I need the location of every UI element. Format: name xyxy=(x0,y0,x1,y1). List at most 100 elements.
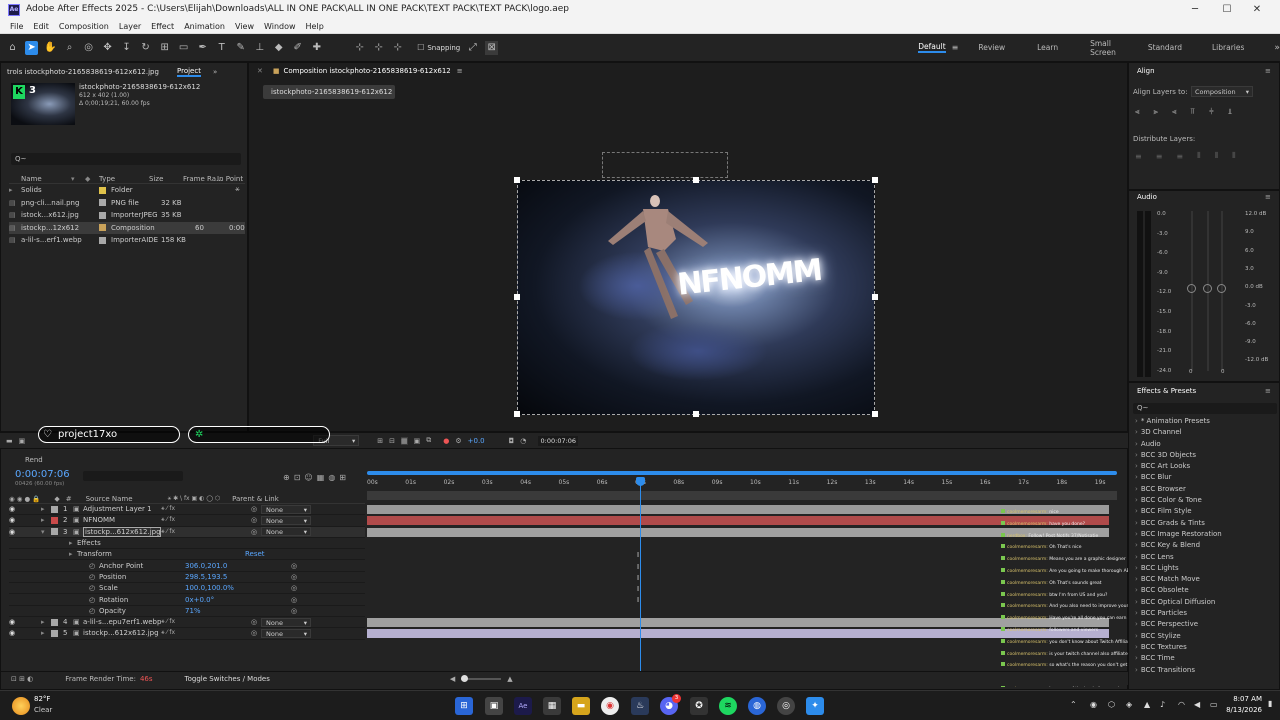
distribute-left-icon[interactable]: ⦀ xyxy=(1197,151,1201,161)
workspace-default[interactable]: Default xyxy=(918,42,946,53)
eraser-tool-icon[interactable]: ◆ xyxy=(272,41,285,55)
layer-switches[interactable]: ⚹ ⁄ fx xyxy=(161,505,251,513)
pick-whip-icon[interactable]: ◎ xyxy=(251,516,261,524)
grid-icon[interactable]: ⊞ xyxy=(377,437,383,445)
align-right-icon[interactable]: ⫷ xyxy=(1172,107,1177,117)
effects-category-item[interactable]: › BCC Blur xyxy=(1131,472,1279,483)
frame-blending-icon[interactable]: ▦ xyxy=(317,473,325,482)
disclosure-arrow-icon[interactable]: › xyxy=(1135,586,1138,594)
effects-category-item[interactable]: › BCC Lights xyxy=(1131,563,1279,574)
workspace-review[interactable]: Review xyxy=(978,43,1005,52)
chrome-icon[interactable]: ◉ xyxy=(601,697,619,715)
clone-stamp-tool-icon[interactable]: ⊥ xyxy=(253,41,266,55)
effects-category-item[interactable]: › BCC Color & Tone xyxy=(1131,495,1279,506)
notifications-icon[interactable]: ▮ xyxy=(1268,699,1272,708)
project-item-row[interactable]: ▤ istockp...12x612 Composition 60 0:00 xyxy=(9,221,245,234)
playhead[interactable] xyxy=(640,477,641,677)
col-size[interactable]: Size xyxy=(149,175,183,183)
eye-icon[interactable]: ◉ xyxy=(9,516,19,524)
task-view-icon[interactable]: ▣ xyxy=(485,697,503,715)
snapping-checkbox[interactable]: ☐ xyxy=(414,41,427,55)
expression-pick-whip-icon[interactable]: ◎ xyxy=(291,562,297,570)
workspace-standard[interactable]: Standard xyxy=(1148,43,1182,52)
toggle-switches-modes[interactable]: Toggle Switches / Modes xyxy=(185,675,270,683)
local-axis-icon[interactable]: ⊹ xyxy=(372,41,385,55)
tray-app-icon[interactable]: ◈ xyxy=(1126,700,1132,709)
label-color-swatch[interactable] xyxy=(51,516,58,524)
disclosure-arrow-icon[interactable]: › xyxy=(1135,496,1138,504)
distribute-top-icon[interactable]: ≡ xyxy=(1135,152,1142,161)
disclosure-arrow-icon[interactable]: › xyxy=(1135,632,1138,640)
motion-blur-icon[interactable]: ◍ xyxy=(328,473,335,482)
draft-3d-icon[interactable]: ⊡ xyxy=(294,473,301,482)
distribute-vcenter-icon[interactable]: ≡ xyxy=(1156,152,1163,161)
effects-category-item[interactable]: › BCC Match Move xyxy=(1131,574,1279,585)
effects-category-item[interactable]: › BCC Grads & Tints xyxy=(1131,518,1279,529)
battery-icon[interactable]: ▭ xyxy=(1210,700,1218,709)
eye-icon[interactable]: ◉ xyxy=(9,505,19,513)
distribute-right-icon[interactable]: ⦀ xyxy=(1232,151,1236,161)
pan-tool-icon[interactable]: ✥ xyxy=(101,41,114,55)
disclosure-arrow-icon[interactable]: ▾ xyxy=(41,528,51,536)
mask-visibility-icon[interactable]: ▣ xyxy=(414,437,421,445)
panel-menu-icon[interactable]: ≡ xyxy=(1265,387,1271,395)
playhead-handle[interactable] xyxy=(636,477,645,486)
disclosure-arrow-icon[interactable]: › xyxy=(1135,485,1138,493)
align-axis-icon[interactable]: ⊹ xyxy=(353,41,366,55)
close-icon[interactable]: ✕ xyxy=(1242,2,1272,18)
steam-icon[interactable]: ♨ xyxy=(631,697,649,715)
label-color-swatch[interactable] xyxy=(99,236,106,244)
stopwatch-icon[interactable]: ◴ xyxy=(89,607,99,615)
align-hcenter-icon[interactable]: ⫸ xyxy=(1154,107,1159,117)
vpn-icon[interactable]: ◍ xyxy=(748,697,766,715)
transform-handle[interactable] xyxy=(693,177,699,183)
label-color-swatch[interactable] xyxy=(51,629,58,637)
pick-whip-icon[interactable]: ◎ xyxy=(251,629,261,637)
layer-name[interactable]: istockp...612x612.jpg xyxy=(83,526,161,537)
property-value[interactable]: 100.0,100.0% xyxy=(185,584,291,592)
reset-link[interactable]: Reset xyxy=(245,550,265,558)
menu-view[interactable]: View xyxy=(235,20,254,34)
layer-switches[interactable]: ⚹ ⁄ fx xyxy=(161,516,251,524)
disclosure-arrow-icon[interactable]: › xyxy=(1135,541,1138,549)
effects-category-item[interactable]: › BCC Key & Blend xyxy=(1131,540,1279,551)
col-parent-link[interactable]: Parent & Link xyxy=(232,495,279,503)
label-color-swatch[interactable] xyxy=(99,224,106,232)
editor-app-icon[interactable]: ✦ xyxy=(806,697,824,715)
file-explorer-icon[interactable]: ▬ xyxy=(572,697,590,715)
menu-file[interactable]: File xyxy=(10,20,23,34)
align-left-icon[interactable]: ⫷ xyxy=(1135,107,1140,117)
col-source-name[interactable]: Source Name xyxy=(86,495,168,503)
comp-breadcrumb[interactable]: istockphoto-2165838619-612x612 xyxy=(263,85,395,99)
effects-category-item[interactable]: › BCC Particles xyxy=(1131,608,1279,619)
show-snapshot-icon[interactable]: ◔ xyxy=(520,437,526,445)
disclosure-arrow-icon[interactable]: ▸ xyxy=(41,629,51,637)
disclosure-arrow-icon[interactable]: ▸ xyxy=(41,505,51,513)
maximize-icon[interactable]: ☐ xyxy=(1212,2,1242,18)
keyframe-marker-icon[interactable]: I xyxy=(637,563,639,571)
transform-handle[interactable] xyxy=(514,294,520,300)
menu-effect[interactable]: Effect xyxy=(151,20,174,34)
disclosure-arrow-icon[interactable]: › xyxy=(1135,440,1138,448)
project-item-row[interactable]: ▸ Solids Folder xyxy=(9,184,245,197)
effect-controls-tab[interactable]: trols istockphoto-2165838619-612x612.jpg xyxy=(7,68,177,76)
reset-exposure-icon[interactable]: ⚙ xyxy=(455,437,461,445)
composition-tab[interactable]: Composition istockphoto-2165838619-612x6… xyxy=(284,67,451,75)
disclosure-arrow-icon[interactable]: ▸ xyxy=(41,618,51,626)
expression-pick-whip-icon[interactable]: ◎ xyxy=(291,596,297,604)
disclosure-arrow-icon[interactable]: › xyxy=(1135,473,1138,481)
game-controller-icon[interactable]: ✪ xyxy=(690,697,708,715)
tray-app-icon[interactable]: ⬡ xyxy=(1108,700,1115,709)
menu-animation[interactable]: Animation xyxy=(184,20,225,34)
spotify-icon[interactable]: ≋ xyxy=(719,697,737,715)
panel-menu-icon[interactable]: ≡ xyxy=(1265,67,1271,75)
layer-duration-bar[interactable] xyxy=(367,618,1109,627)
property-group-row[interactable]: ▸ Transform Reset xyxy=(9,549,365,561)
audio-slider-thumb[interactable] xyxy=(1217,284,1226,293)
minimize-icon[interactable]: ─ xyxy=(1180,2,1210,18)
current-time-display[interactable]: 0:00:07:06 xyxy=(15,469,70,480)
property-group-row[interactable]: ▸ Effects xyxy=(9,538,365,550)
keyframe-marker-icon[interactable]: I xyxy=(637,596,639,604)
project-item-row[interactable]: ▤ istock...x612.jpg ImporterJPEG 35 KB xyxy=(9,209,245,222)
col-name[interactable]: Name xyxy=(9,175,71,183)
